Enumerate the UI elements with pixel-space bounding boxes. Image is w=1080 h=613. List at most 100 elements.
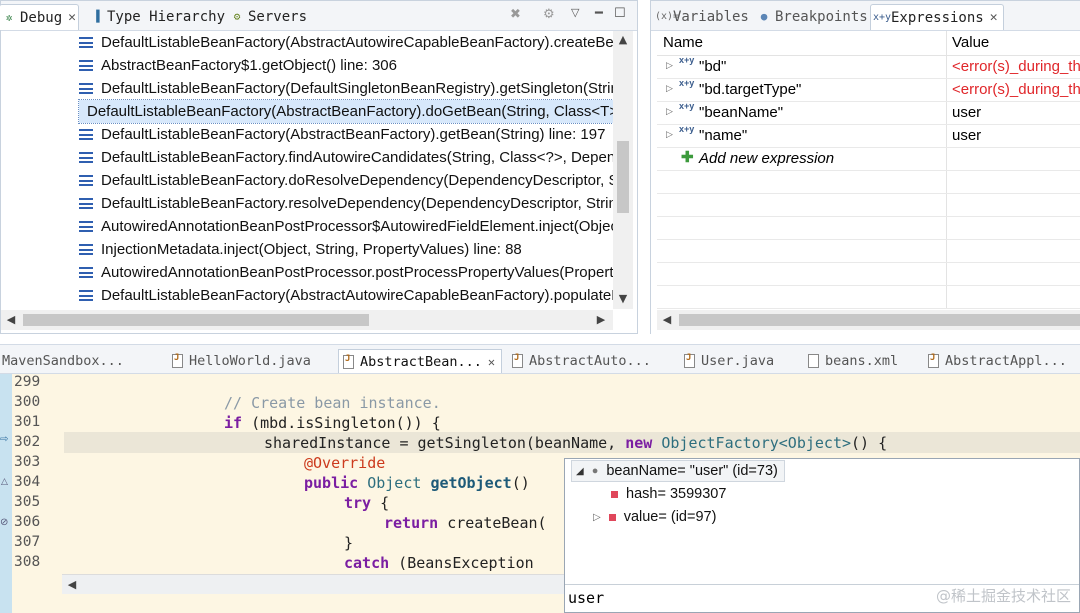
code-text: () xyxy=(511,474,530,492)
inspector-field-row[interactable]: ▷ value= (id=97) xyxy=(593,506,716,528)
code-type: Object xyxy=(358,474,431,492)
expression-row[interactable]: ▷ x+y "beanName" user xyxy=(657,102,1080,125)
view-menu-icon[interactable]: ▽ xyxy=(571,6,579,19)
expressions-view: (x)= Variables ● Breakpoints x+y Express… xyxy=(650,0,1080,334)
plus-icon: ✚ xyxy=(681,149,694,166)
java-file-icon xyxy=(928,353,939,368)
stack-frame[interactable]: DefaultListableBeanFactory(AbstractAutow… xyxy=(79,284,613,307)
tab-type-hierarchy[interactable]: ▐ Type Hierarchy xyxy=(89,4,225,30)
editor-tab[interactable]: AbstractAuto... xyxy=(512,349,651,373)
stack-frame[interactable]: DefaultListableBeanFactory.resolveDepend… xyxy=(79,192,613,215)
editor-horizontal-scrollbar[interactable]: ◀ xyxy=(62,574,566,594)
column-divider xyxy=(946,217,947,239)
scroll-left-icon[interactable]: ◀ xyxy=(64,578,80,591)
stack-frame-selected[interactable]: DefaultListableBeanFactory(AbstractBeanF… xyxy=(78,99,613,124)
name-column-header[interactable]: Name xyxy=(663,34,703,51)
stack-frame[interactable]: AutowiredAnnotationBeanPostProcessor.pos… xyxy=(79,261,613,284)
java-file-icon xyxy=(172,353,183,368)
editor-tab[interactable]: MavenSandbox... xyxy=(2,349,124,373)
inspector-field-row[interactable]: hash= 3599307 xyxy=(611,483,726,505)
editor-tab-active[interactable]: AbstractBean... ✕ xyxy=(338,349,503,373)
editor-tab[interactable]: HelloWorld.java xyxy=(172,349,311,373)
empty-row xyxy=(657,240,1080,263)
add-expression-row[interactable]: ✚ Add new expression xyxy=(657,148,1080,171)
tab-breakpoints[interactable]: ● Breakpoints xyxy=(757,4,868,30)
code-line: sharedInstance = getSingleton(beanName, … xyxy=(264,434,887,452)
stack-frame-icon xyxy=(79,83,93,94)
close-icon[interactable]: ✕ xyxy=(488,355,495,369)
java-file-icon xyxy=(684,353,695,368)
editor-tab[interactable]: User.java xyxy=(684,349,774,373)
stack-frame[interactable]: InjectionMetadata.inject(Object, String,… xyxy=(79,238,522,261)
override-marker-icon: △ xyxy=(1,477,8,487)
scroll-left-icon[interactable]: ◀ xyxy=(3,313,19,326)
remove-terminated-icon[interactable]: ✖ xyxy=(510,7,521,22)
column-divider xyxy=(946,79,947,101)
value-column-header[interactable]: Value xyxy=(952,34,989,51)
editor-tab[interactable]: AbstractAppl... xyxy=(928,349,1067,373)
expand-arrow-icon[interactable]: ▷ xyxy=(666,106,673,117)
frames-vertical-scrollbar[interactable]: ▲ ▼ xyxy=(613,31,633,309)
scroll-down-icon[interactable]: ▼ xyxy=(615,292,631,305)
code-line: @Override xyxy=(304,454,385,472)
scroll-thumb[interactable] xyxy=(23,314,369,326)
tab-variables[interactable]: (x)= Variables xyxy=(655,4,749,30)
xml-file-icon xyxy=(808,354,819,368)
empty-row xyxy=(657,194,1080,217)
expand-arrow-icon[interactable]: ▷ xyxy=(666,60,673,71)
debug-pointer-icon: ⇨ xyxy=(0,434,9,445)
code-line: // Create bean instance. xyxy=(224,394,441,412)
code-keyword: return xyxy=(384,514,439,532)
stack-frame-icon xyxy=(79,244,93,255)
stack-frame[interactable]: DefaultListableBeanFactory(AbstractBeanF… xyxy=(79,123,605,146)
code-text: (mbd.isSingleton()) { xyxy=(242,414,441,432)
expression-row[interactable]: ▷ x+y "name" user xyxy=(657,125,1080,148)
scroll-thumb[interactable] xyxy=(679,314,1080,326)
variable-inspector-popup[interactable]: ◢ ● beanName= "user" (id=73) hash= 35993… xyxy=(564,458,1080,613)
line-number: 301 xyxy=(14,414,41,430)
inspector-root-row[interactable]: ◢ ● beanName= "user" (id=73) xyxy=(571,460,785,482)
overview-ruler[interactable] xyxy=(0,374,12,613)
minimize-icon[interactable]: ━ xyxy=(595,6,603,21)
scroll-thumb[interactable] xyxy=(617,141,629,213)
close-icon[interactable]: ✕ xyxy=(68,10,76,25)
line-number: 307 xyxy=(14,534,41,550)
close-icon[interactable]: ✕ xyxy=(990,10,998,25)
code-text: () { xyxy=(851,434,888,452)
expand-arrow-icon[interactable]: ▷ xyxy=(666,83,673,94)
expressions-icon: x+y xyxy=(873,11,892,23)
code-line: return createBean( xyxy=(384,514,547,532)
expressions-horizontal-scrollbar[interactable]: ◀ xyxy=(657,310,1080,330)
line-number: 304 xyxy=(14,474,41,490)
scroll-left-icon[interactable]: ◀ xyxy=(659,313,675,326)
expand-arrow-icon[interactable]: ▷ xyxy=(666,129,673,140)
stack-frame[interactable]: AutowiredAnnotationBeanPostProcessor$Aut… xyxy=(79,215,613,238)
expression-row[interactable]: ▷ x+y "bd.targetType" <error(s)_during_t… xyxy=(657,79,1080,102)
code-line: try { xyxy=(344,494,389,512)
tab-expressions[interactable]: x+y Expressions ✕ xyxy=(870,4,1004,30)
stack-frame[interactable]: DefaultListableBeanFactory.doResolveDepe… xyxy=(79,169,613,192)
stack-frame[interactable]: DefaultListableBeanFactory(DefaultSingle… xyxy=(79,77,613,100)
tab-debug[interactable]: ✲ Debug ✕ xyxy=(0,4,79,30)
empty-row xyxy=(657,263,1080,286)
settings-icon[interactable]: ⚙ xyxy=(543,7,555,22)
stack-frame[interactable]: AbstractBeanFactory$1.getObject() line: … xyxy=(79,54,397,77)
code-line: if (mbd.isSingleton()) { xyxy=(224,414,441,432)
column-divider xyxy=(946,56,947,78)
tab-servers[interactable]: ⚙ Servers xyxy=(230,4,307,30)
scroll-up-icon[interactable]: ▲ xyxy=(615,33,631,46)
column-divider xyxy=(946,263,947,285)
column-divider xyxy=(946,102,947,124)
code-text: sharedInstance = getSingleton(beanName, xyxy=(264,434,626,452)
column-divider[interactable] xyxy=(946,31,947,55)
stack-frame[interactable]: DefaultListableBeanFactory(AbstractAutow… xyxy=(79,31,613,54)
stack-frame[interactable]: DefaultListableBeanFactory.findAutowireC… xyxy=(79,146,613,169)
expand-arrow-icon[interactable]: ▷ xyxy=(593,512,601,523)
editor-tab[interactable]: beans.xml xyxy=(808,349,898,373)
scroll-right-icon[interactable]: ▶ xyxy=(593,313,609,326)
code-line: public Object getObject() xyxy=(304,474,530,492)
frames-horizontal-scrollbar[interactable]: ◀ ▶ xyxy=(1,310,613,330)
collapse-arrow-icon[interactable]: ◢ xyxy=(576,466,584,477)
expression-row[interactable]: ▷ x+y "bd" <error(s)_during_the xyxy=(657,56,1080,79)
maximize-icon[interactable]: ☐ xyxy=(614,6,626,21)
